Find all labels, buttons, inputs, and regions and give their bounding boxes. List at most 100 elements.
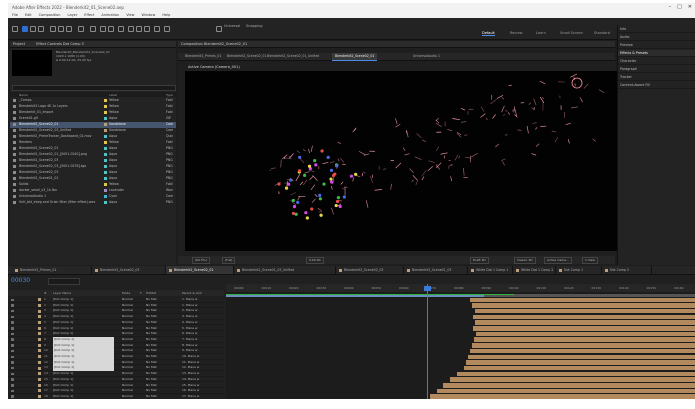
playhead[interactable] [424, 284, 431, 399]
track-matte-dropdown[interactable]: No Mat [146, 394, 157, 399]
layer-duration-bar[interactable] [466, 360, 695, 365]
layer-label-color[interactable] [38, 309, 41, 313]
layer-label-color[interactable] [38, 343, 41, 347]
layer-duration-bar[interactable] [437, 388, 695, 394]
column-label[interactable]: Label [109, 93, 117, 97]
current-time-display[interactable]: 00030 [11, 277, 30, 284]
puppet-tool-icon[interactable] [164, 26, 170, 32]
comp-tab[interactable]: Blenderkit2_Scene02_01_Unified [264, 53, 322, 60]
panel-info[interactable]: Info [618, 26, 695, 33]
type-tool-icon[interactable] [118, 26, 124, 32]
timeline-tab[interactable]: Blenderkit2_Scene02_01 [166, 266, 234, 274]
visibility-eye-icon[interactable] [11, 315, 14, 319]
layer-label-color[interactable] [38, 366, 41, 370]
layer-duration-bar[interactable] [464, 365, 695, 371]
pan-tool-icon[interactable] [58, 26, 64, 32]
viewer-control[interactable]: Classic 3D [514, 257, 536, 264]
comp-tab[interactable]: UniversalAudio 1 [410, 53, 443, 60]
panel-paragraph[interactable]: Paragraph [618, 66, 695, 73]
layer-duration-bar[interactable] [476, 331, 695, 337]
viewer-control[interactable]: (Full) [222, 257, 236, 264]
comp-tab[interactable]: Blenderkit2_Scene02_01 [332, 53, 378, 61]
layer-duration-bar[interactable] [430, 394, 695, 399]
minimize-button[interactable]: – [669, 3, 672, 12]
project-item[interactable]: Blenderkit2_Scene02_03 Aqua PNG [10, 158, 176, 164]
column-type[interactable]: Type [166, 93, 173, 97]
maximize-button[interactable]: □ [677, 3, 682, 12]
layer-duration-bar[interactable] [457, 371, 695, 377]
project-item[interactable]: Blenderkit2_Scene02_01_[0001-0240].png Aq… [10, 152, 176, 158]
project-item[interactable]: UniversalAudio 1 Cyan Com [10, 194, 176, 200]
visibility-eye-icon[interactable] [11, 361, 14, 364]
panel-preview[interactable]: Preview [618, 42, 695, 49]
layer-duration-bar[interactable] [450, 377, 695, 382]
layer-duration-bar[interactable] [475, 320, 695, 325]
layer-label-color[interactable] [38, 372, 41, 376]
column-layer-name[interactable]: Layer Name [53, 291, 71, 295]
project-item[interactable]: Blenderkit2_Scene01_01 Aqua PNG [10, 176, 176, 182]
project-item[interactable]: Blenderkit2_Scene02_01 Sandstone Com [10, 122, 176, 128]
layer-label-color[interactable] [38, 389, 41, 393]
layer-label-color[interactable] [38, 377, 41, 381]
home-icon[interactable] [12, 26, 18, 32]
pen-tool-icon[interactable] [108, 26, 114, 32]
timeline-search-input[interactable] [48, 278, 80, 285]
snapping-toggle[interactable]: Snapping [246, 24, 262, 28]
effect-controls-tab[interactable]: Effect Controls Dot Comp 3 [36, 42, 84, 46]
timeline-tab[interactable]: Blenderkit2_Scene01_03 [404, 266, 468, 274]
visibility-eye-icon[interactable] [11, 389, 14, 393]
layer-row[interactable]: 18 [Dot Comp 1] Normal No Mat 17. Plane w [8, 394, 224, 399]
rectangle-tool-icon[interactable] [100, 26, 106, 32]
layer-duration-bar[interactable] [473, 314, 695, 320]
project-item[interactable]: Scene01.gif Aqua GIF [10, 116, 176, 122]
layer-duration-bar[interactable] [473, 326, 695, 331]
visibility-eye-icon[interactable] [11, 338, 14, 341]
visibility-eye-icon[interactable] [11, 344, 14, 347]
column-name[interactable]: Name [19, 93, 28, 97]
blend-mode-dropdown[interactable]: Normal [122, 394, 133, 399]
layer-duration-bar[interactable] [468, 354, 695, 360]
timeline-tab[interactable]: Dot Comp 1 [556, 266, 602, 274]
viewer-control[interactable]: 0:00:00 [306, 257, 324, 264]
visibility-eye-icon[interactable] [11, 298, 14, 301]
layer-duration-bar[interactable] [475, 308, 695, 314]
layer-duration-bar[interactable] [474, 337, 695, 342]
panel-tracker[interactable]: Tracker [618, 74, 695, 81]
panel-content-aware-fill[interactable]: Content-Aware Fill [618, 82, 695, 89]
timeline-tab[interactable]: Dot Comp 2 [602, 266, 652, 274]
visibility-eye-icon[interactable] [11, 309, 14, 313]
visibility-eye-icon[interactable] [11, 327, 14, 330]
composition-panel-title[interactable]: Composition Blenderkit2_Scene02_01 [181, 42, 247, 46]
close-button[interactable]: ✕ [688, 3, 692, 12]
workspace-default[interactable]: Default [482, 31, 495, 36]
orbit-tool-icon[interactable] [50, 26, 56, 32]
timeline-tab[interactable]: White Dot 1 Comp 2 [513, 266, 556, 274]
anchor-tool-icon[interactable] [90, 26, 96, 32]
workspace-standard[interactable]: Standard [594, 31, 610, 35]
viewer-control[interactable]: (62.5%) [192, 257, 210, 264]
layer-label-color[interactable] [38, 360, 41, 364]
universal-label[interactable]: Universal [224, 24, 240, 28]
playhead-handle[interactable] [424, 286, 431, 291]
visibility-eye-icon[interactable] [11, 378, 14, 381]
layer-label-color[interactable] [38, 303, 41, 307]
viewer-control[interactable]: 1 View [582, 257, 598, 264]
layer-label-color[interactable] [38, 332, 41, 336]
visibility-eye-icon[interactable] [11, 384, 14, 387]
visibility-eye-icon[interactable] [11, 395, 14, 398]
layer-label-color[interactable] [38, 326, 41, 330]
layer-duration-bar[interactable] [472, 303, 695, 308]
project-item[interactable]: Blenderkit2_Scene02_03_Unified Sandstone C… [10, 128, 176, 134]
project-item[interactable]: Vntl_bkt_integ and Grain filter (filter … [10, 200, 176, 206]
layer-label-color[interactable] [38, 320, 41, 324]
panel-effects-presets[interactable]: Effects & Presets [618, 50, 695, 57]
clone-stamp-tool-icon[interactable] [136, 26, 142, 32]
workspace-learn[interactable]: Learn [536, 31, 546, 35]
comp-tab[interactable]: Blenderkit2_Scene02_01 [224, 53, 269, 60]
viewer-control[interactable]: Active Came... [544, 257, 572, 264]
selection-tool-icon[interactable] [22, 26, 28, 32]
project-item[interactable]: Blenderkit2_PrimeTrainer_Dashboard_01.mo… [10, 134, 176, 140]
visibility-eye-icon[interactable] [11, 366, 14, 370]
roto-brush-tool-icon[interactable] [154, 26, 160, 32]
axis-mode-icon[interactable] [216, 26, 222, 32]
